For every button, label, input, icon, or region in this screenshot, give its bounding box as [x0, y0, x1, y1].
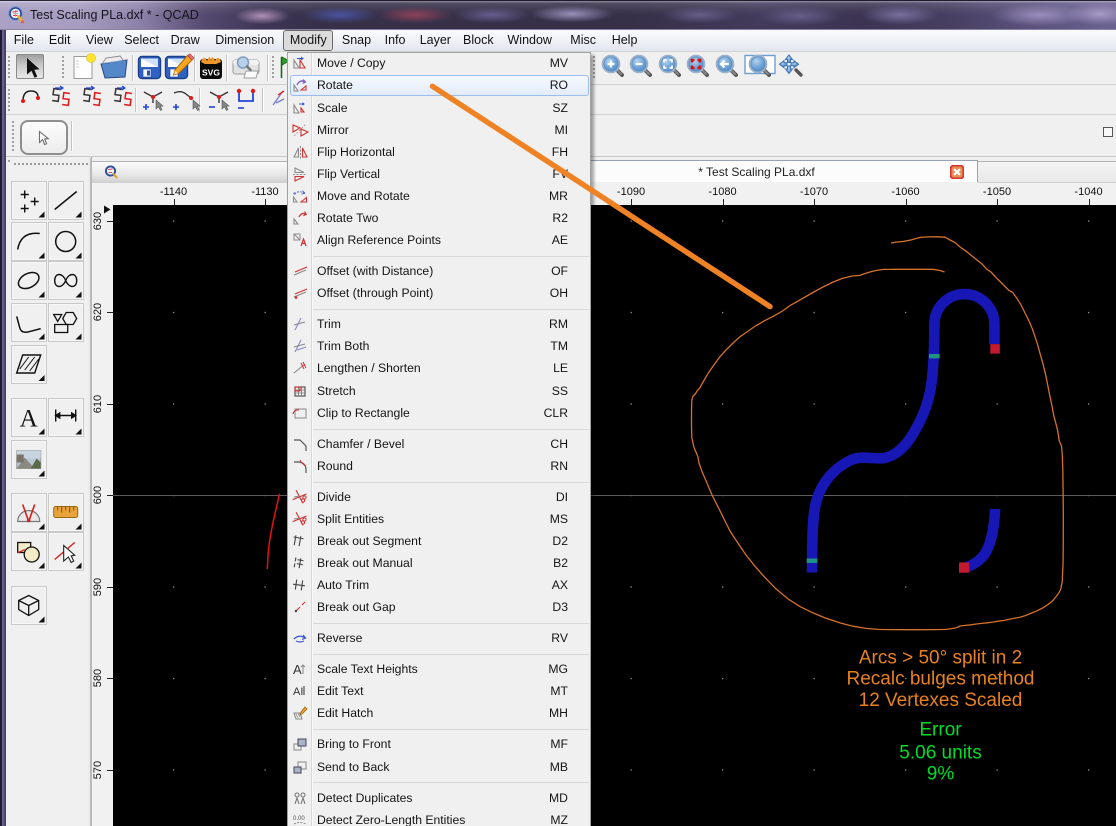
svg-text:Recalc bulges method: Recalc bulges method — [847, 669, 1035, 690]
svg-text:SVG: SVG — [202, 68, 220, 78]
svg-text:A: A — [20, 406, 38, 433]
svg-text:Arcs > 50° split in 2: Arcs > 50° split in 2 — [859, 647, 1022, 668]
svg-text:Error: Error — [919, 720, 962, 741]
svg-text:12 Vertexes Scaled: 12 Vertexes Scaled — [859, 690, 1023, 711]
svg-text:9%: 9% — [927, 764, 955, 785]
svg-text:A: A — [293, 662, 302, 677]
svg-text:0.00: 0.00 — [293, 816, 305, 822]
svg-text:5.06 units: 5.06 units — [899, 743, 981, 764]
svg-text:AI: AI — [293, 686, 303, 698]
